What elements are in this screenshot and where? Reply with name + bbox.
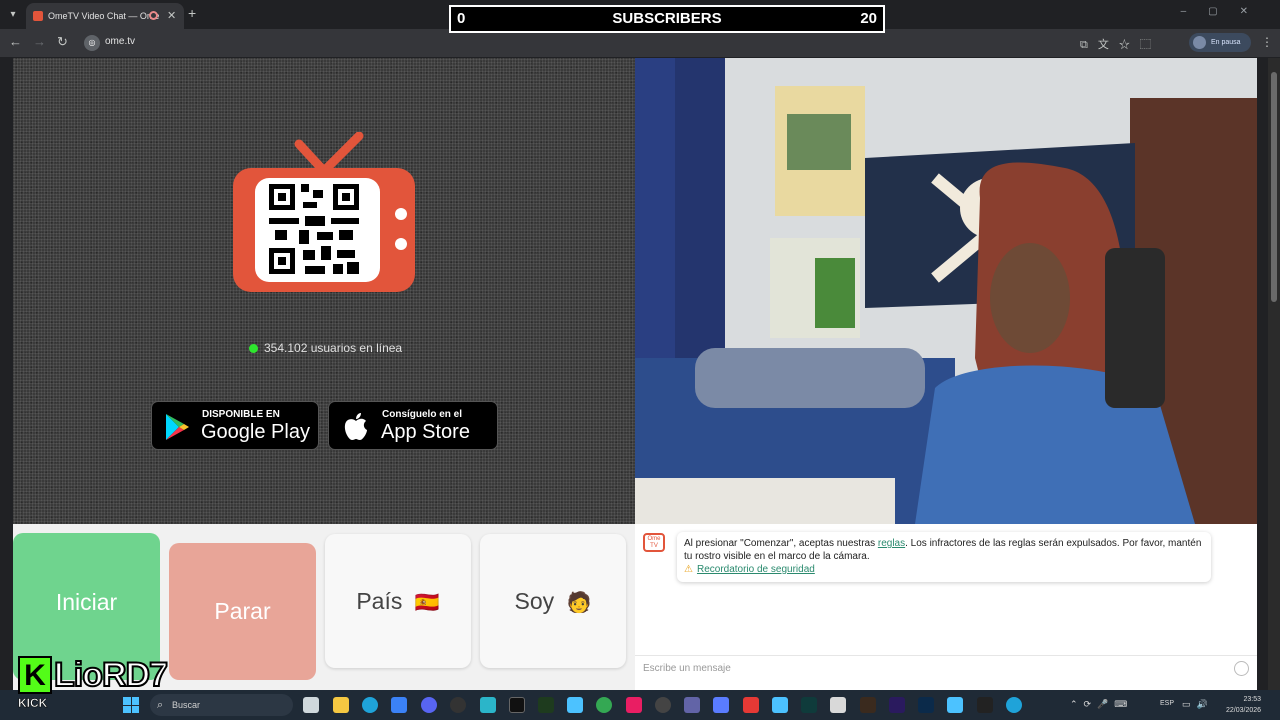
app-icon-4[interactable] <box>772 697 788 713</box>
subscriber-goal: 20 <box>860 10 877 27</box>
tiktok-icon[interactable] <box>626 697 642 713</box>
store-icon[interactable] <box>391 697 407 713</box>
google-play-big-label: Google Play <box>201 421 310 443</box>
kick-label: KICK <box>18 696 48 711</box>
app-icon-3[interactable] <box>713 697 729 713</box>
subscriber-counter-overlay: 0 SUBSCRIBERS 20 <box>449 5 885 33</box>
discord-icon[interactable] <box>421 697 437 713</box>
window-controls[interactable]: –▢✕ <box>1181 6 1270 17</box>
task-view-icon[interactable] <box>303 697 319 713</box>
forward-icon[interactable]: → <box>33 35 46 49</box>
site-info-icon[interactable]: ◎ <box>84 35 100 51</box>
subscriber-label: SUBSCRIBERS <box>612 10 722 27</box>
scrollbar-thumb[interactable] <box>1271 72 1277 302</box>
emoji-icon[interactable] <box>1234 661 1249 676</box>
reload-icon[interactable]: ↻ <box>57 35 68 49</box>
static-video-panel: 354.102 usuarios en línea DISPONIBLE EN … <box>13 58 635 524</box>
notepad-icon[interactable] <box>830 697 846 713</box>
file-explorer-icon[interactable] <box>333 697 349 713</box>
app-icon[interactable] <box>480 697 496 713</box>
photoshop-icon[interactable] <box>918 697 934 713</box>
app-store-button[interactable]: Consíguelo en el App Store <box>328 401 498 450</box>
safety-reminder-link[interactable]: Recordatorio de seguridad <box>697 564 815 575</box>
clock-date: 22/03/2026 <box>1226 707 1262 714</box>
warning-icon: ⚠ <box>684 564 693 575</box>
kick-streamer-overlay: K LioRD7 KICK <box>18 655 182 712</box>
app-icon-6[interactable] <box>1006 697 1022 713</box>
country-filter-button[interactable]: País 🇪🇸 <box>325 534 471 668</box>
google-play-icon <box>166 414 189 440</box>
google-play-small-label: DISPONIBLE EN <box>202 409 280 420</box>
clock-time: 23:53 <box>1243 696 1262 703</box>
online-users-count: 354.102 usuarios en línea <box>249 341 402 355</box>
address-bar-actions[interactable]: ⧉文☆⬚ <box>1080 36 1161 52</box>
tab-title: OmeTV Video Chat — Ome <box>48 11 160 21</box>
message-text-start: Al presionar "Comenzar", aceptas nuestra… <box>684 538 876 549</box>
edge-icon[interactable] <box>362 697 378 713</box>
browser-tab[interactable]: OmeTV Video Chat — Ome ✕ <box>26 3 184 29</box>
page-scrollbar[interactable] <box>1268 58 1280 690</box>
snipping-tool-icon[interactable] <box>567 697 583 713</box>
recording-icon <box>149 11 158 20</box>
system-tray-icons[interactable]: ⌃⟳🎤⌨ <box>1070 699 1133 710</box>
nvidia-icon[interactable] <box>538 697 554 713</box>
system-message: Al presionar "Comenzar", aceptas nuestra… <box>677 532 1211 582</box>
profile-paused-button[interactable]: En pausa <box>1189 33 1251 52</box>
online-status-dot <box>249 344 258 354</box>
ometv-qr-logo <box>233 132 415 292</box>
address-bar: ← → ↻ ◎ ome.tv ⧉文☆⬚ <box>0 29 1280 57</box>
close-tab-icon[interactable]: ✕ <box>167 3 176 29</box>
omnibox[interactable]: ◎ ome.tv <box>80 32 1180 54</box>
menu-icon[interactable]: ⋮ <box>1261 35 1273 49</box>
chat-panel: Ome TV Al presionar "Comenzar", aceptas … <box>635 524 1257 690</box>
app-store-big-label: App Store <box>381 421 470 443</box>
message-input-placeholder: Escribe un mensaje <box>643 663 731 674</box>
avatar <box>1193 36 1206 49</box>
ometv-chat-logo: Ome TV <box>643 533 665 552</box>
youtube-studio-icon[interactable] <box>743 697 759 713</box>
language-indicator[interactable]: ESP <box>1160 700 1174 707</box>
ometv-page: 354.102 usuarios en línea DISPONIBLE EN … <box>13 58 1257 690</box>
back-icon[interactable]: ← <box>9 35 22 49</box>
network-volume-icons[interactable]: ▭🔊 <box>1182 699 1214 710</box>
rules-link[interactable]: reglas <box>878 538 905 549</box>
new-tab-icon[interactable]: + <box>188 5 196 21</box>
app-icon-5[interactable] <box>947 697 963 713</box>
taskbar-clock[interactable]: 23:53 22/03/2026 <box>1226 694 1261 716</box>
ometv-favicon-icon <box>33 11 43 21</box>
paused-label: En pausa <box>1211 39 1241 46</box>
capcut-icon-2[interactable] <box>977 697 993 713</box>
streamer-name: LioRD7 <box>53 655 169 695</box>
obs-icon[interactable] <box>450 697 466 713</box>
gender-filter-button[interactable]: Soy 🧑 <box>480 534 626 668</box>
stop-button[interactable]: Parar <box>169 543 316 680</box>
teams-icon[interactable] <box>684 697 700 713</box>
epic-games-icon[interactable] <box>509 697 525 713</box>
gender-label: Soy <box>514 588 555 614</box>
app-icon-2[interactable] <box>655 697 671 713</box>
country-label: País <box>356 588 403 614</box>
capcut-icon[interactable] <box>801 697 817 713</box>
premiere-icon[interactable] <box>889 697 905 713</box>
online-users-text: 354.102 usuarios en línea <box>264 341 403 355</box>
apple-icon <box>344 413 367 440</box>
chrome-icon[interactable] <box>596 697 612 713</box>
windows-taskbar: ⌕ Buscar ⌃⟳🎤⌨ ESP ▭🔊 23:53 22/03/2026 <box>0 690 1280 720</box>
spain-flag-icon: 🇪🇸 <box>414 592 440 614</box>
tab-list-icon[interactable]: ▾ <box>4 6 22 24</box>
message-input[interactable]: Escribe un mensaje <box>635 655 1257 679</box>
url-text: ome.tv <box>105 36 136 47</box>
kick-logo-icon: K <box>18 656 52 694</box>
partner-video-feed <box>635 58 1257 524</box>
game-icon[interactable] <box>860 697 876 713</box>
google-play-button[interactable]: DISPONIBLE EN Google Play <box>151 401 319 450</box>
person-icon: 🧑 <box>566 592 592 614</box>
app-store-small-label: Consíguelo en el <box>382 409 463 420</box>
